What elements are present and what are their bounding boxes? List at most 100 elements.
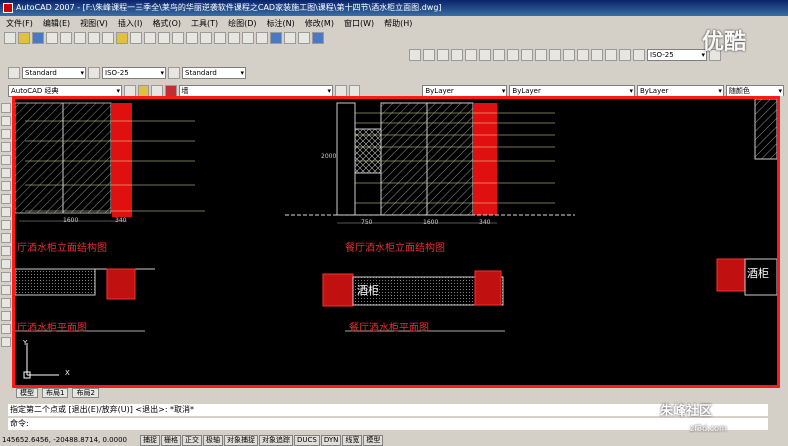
region-icon[interactable]: [1, 311, 11, 321]
menu-modify[interactable]: 修改(M): [305, 18, 334, 29]
arc-length-icon[interactable]: [437, 49, 449, 61]
command-history: 指定第二个点或 [退出(E)/放弃(U)] <退出>: *取消*: [8, 404, 768, 416]
redo-icon[interactable]: [158, 32, 170, 44]
zoom-realtime-icon[interactable]: [186, 32, 198, 44]
hatch-icon[interactable]: [1, 285, 11, 295]
ellipse-arc-icon[interactable]: [1, 233, 11, 243]
modify-toolbar: [780, 96, 788, 388]
dim-text-edit-icon[interactable]: [619, 49, 631, 61]
menu-window[interactable]: 窗口(W): [344, 18, 374, 29]
zoom-window-icon[interactable]: [200, 32, 212, 44]
dim-update-icon[interactable]: [633, 49, 645, 61]
menu-edit[interactable]: 编辑(E): [43, 18, 70, 29]
properties-icon[interactable]: [228, 32, 240, 44]
table-style-combo[interactable]: Standard: [182, 67, 246, 79]
grid-toggle[interactable]: 栅格: [161, 434, 181, 446]
help-icon[interactable]: [312, 32, 324, 44]
quick-leader-icon[interactable]: [563, 49, 575, 61]
tab-layout1[interactable]: 布局1: [42, 388, 69, 398]
table-icon[interactable]: [1, 324, 11, 334]
menu-view[interactable]: 视图(V): [80, 18, 108, 29]
arc-icon[interactable]: [1, 168, 11, 178]
calculator-icon[interactable]: [298, 32, 310, 44]
model-toggle[interactable]: 模型: [363, 434, 384, 446]
multiline-text-icon[interactable]: [1, 337, 11, 347]
publish-icon[interactable]: [74, 32, 86, 44]
print-icon[interactable]: [46, 32, 58, 44]
aligned-dim-icon[interactable]: [423, 49, 435, 61]
osnap-toggle[interactable]: 对象捕捉: [224, 434, 258, 446]
paste-icon[interactable]: [116, 32, 128, 44]
continue-dim-icon[interactable]: [549, 49, 561, 61]
dyn-toggle[interactable]: DYN: [320, 434, 342, 446]
insert-block-icon[interactable]: [1, 246, 11, 256]
tab-model[interactable]: 模型: [16, 388, 38, 398]
make-block-icon[interactable]: [1, 259, 11, 269]
construction-line-icon[interactable]: [1, 116, 11, 126]
dim-edit-icon[interactable]: [605, 49, 617, 61]
lineweight-toggle[interactable]: 线宽: [342, 434, 363, 446]
menu-insert[interactable]: 插入(I): [118, 18, 143, 29]
center-mark-icon[interactable]: [591, 49, 603, 61]
dim-label-5: 340: [479, 219, 491, 226]
ellipse-icon[interactable]: [1, 220, 11, 230]
markup-icon[interactable]: [284, 32, 296, 44]
point-icon[interactable]: [1, 272, 11, 282]
autocad-app-icon[interactable]: [3, 3, 13, 13]
diameter-dim-icon[interactable]: [493, 49, 505, 61]
save-icon[interactable]: [32, 32, 44, 44]
polygon-icon[interactable]: [1, 142, 11, 152]
dim-style-combo[interactable]: ISO-25: [102, 67, 166, 79]
copy-icon[interactable]: [102, 32, 114, 44]
quick-dim-icon[interactable]: [521, 49, 533, 61]
revision-cloud-icon[interactable]: [1, 194, 11, 204]
design-center-icon[interactable]: [242, 32, 254, 44]
menu-tools[interactable]: 工具(T): [191, 18, 218, 29]
menu-draw[interactable]: 绘图(D): [228, 18, 256, 29]
new-file-icon[interactable]: [4, 32, 16, 44]
jogged-dim-icon[interactable]: [479, 49, 491, 61]
site-url-watermark: zf3d.com: [690, 424, 727, 433]
text-style-icon[interactable]: [8, 67, 20, 79]
tolerance-icon[interactable]: [577, 49, 589, 61]
menu-dimension[interactable]: 标注(N): [267, 18, 295, 29]
ucs-y-label: Y: [23, 339, 28, 347]
menu-file[interactable]: 文件(F): [6, 18, 33, 29]
spline-icon[interactable]: [1, 207, 11, 217]
menu-help[interactable]: 帮助(H): [384, 18, 412, 29]
text-style-combo[interactable]: Standard: [22, 67, 86, 79]
status-bar: 145652.6456, -20488.8714, 0.0000 捕捉 栅格 正…: [0, 434, 788, 446]
circle-icon[interactable]: [1, 181, 11, 191]
dim-style-manager-icon[interactable]: [88, 67, 100, 79]
polar-toggle[interactable]: 极轴: [203, 434, 223, 446]
table-style-icon[interactable]: [168, 67, 180, 79]
rectangle-icon[interactable]: [1, 155, 11, 165]
polyline-icon[interactable]: [1, 129, 11, 139]
menu-format[interactable]: 格式(O): [152, 18, 181, 29]
print-preview-icon[interactable]: [60, 32, 72, 44]
ducs-toggle[interactable]: DUCS: [294, 434, 320, 446]
cut-icon[interactable]: [88, 32, 100, 44]
undo-icon[interactable]: [144, 32, 156, 44]
gradient-icon[interactable]: [1, 298, 11, 308]
tab-layout2[interactable]: 布局2: [72, 388, 99, 398]
dim-label-3: 750: [361, 219, 373, 226]
otrack-toggle[interactable]: 对象追踪: [259, 434, 293, 446]
drawing-canvas[interactable]: 厅酒水柜立面结构图 餐厅酒水柜立面结构图 厅酒水柜平面图 餐厅酒水柜平面图 酒柜…: [12, 96, 780, 388]
pan-icon[interactable]: [172, 32, 184, 44]
dim-style-right-combo[interactable]: ISO-25: [647, 49, 707, 61]
snap-toggle[interactable]: 捕捉: [140, 434, 160, 446]
line-icon[interactable]: [1, 103, 11, 113]
radius-dim-icon[interactable]: [465, 49, 477, 61]
zoom-previous-icon[interactable]: [214, 32, 226, 44]
ortho-toggle[interactable]: 正交: [182, 434, 202, 446]
angular-dim-icon[interactable]: [507, 49, 519, 61]
tool-palette-icon[interactable]: [256, 32, 268, 44]
sheet-set-icon[interactable]: [270, 32, 282, 44]
command-input[interactable]: 命令:: [8, 418, 768, 430]
match-properties-icon[interactable]: [130, 32, 142, 44]
ordinate-dim-icon[interactable]: [451, 49, 463, 61]
open-file-icon[interactable]: [18, 32, 30, 44]
baseline-dim-icon[interactable]: [535, 49, 547, 61]
linear-dim-icon[interactable]: [409, 49, 421, 61]
